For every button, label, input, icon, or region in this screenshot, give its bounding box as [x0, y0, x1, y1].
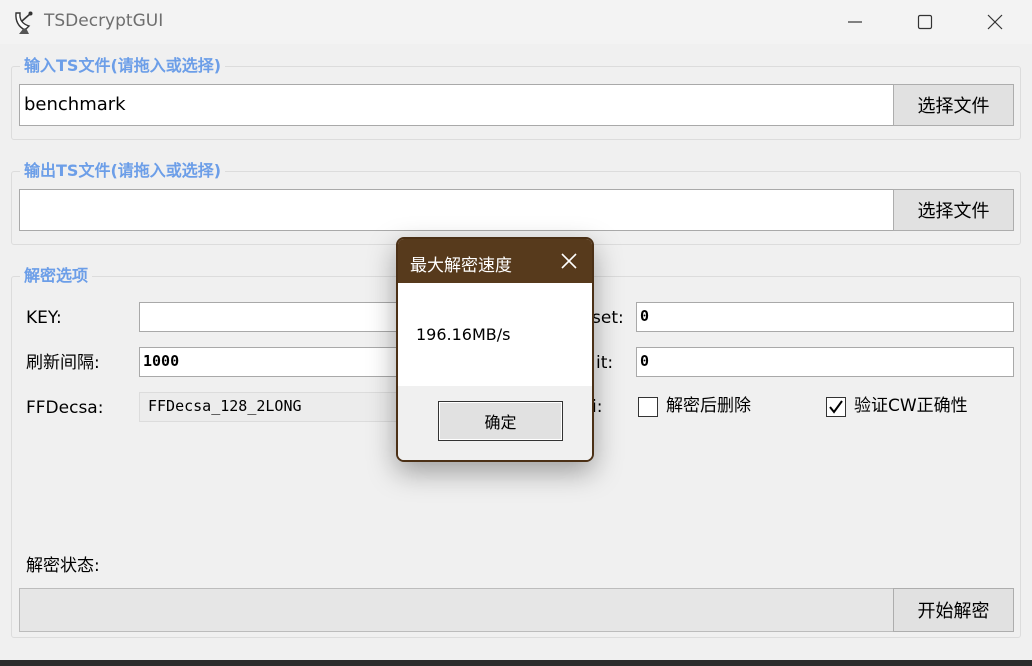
decrypt-progress-bar: [19, 588, 894, 632]
window-title: TSDecryptGUI: [44, 11, 164, 31]
decrypt-status-label: 解密状态:: [26, 556, 100, 576]
start-decrypt-button[interactable]: 开始解密: [893, 588, 1014, 632]
input-choose-file-button[interactable]: 选择文件: [893, 84, 1014, 126]
taskbar-edge: [0, 660, 1032, 666]
dialog-title: 最大解密速度: [410, 256, 512, 276]
input-file-field[interactable]: benchmark: [19, 84, 894, 126]
delete-after-checkbox[interactable]: [638, 397, 658, 417]
verify-cw-label[interactable]: 验证CW正确性: [854, 395, 968, 417]
dialog-ok-button[interactable]: 确定: [438, 401, 563, 441]
maximize-button[interactable]: [890, 0, 960, 44]
dialog-close-button[interactable]: [556, 249, 582, 273]
dialog-message: 196.16MB/s: [416, 325, 511, 344]
checkmark-icon: [829, 400, 843, 414]
input-file-group-title: 输入TS文件(请拖入或选择): [20, 56, 226, 76]
delete-after-label[interactable]: 解密后删除: [666, 395, 751, 417]
satellite-dish-icon: [13, 9, 37, 35]
maximize-icon: [917, 14, 933, 30]
close-button[interactable]: [960, 0, 1030, 44]
output-choose-file-button[interactable]: 选择文件: [893, 189, 1014, 231]
verify-cw-checkbox[interactable]: [826, 397, 846, 417]
minimize-icon: [848, 21, 862, 23]
max-speed-dialog: 最大解密速度 196.16MB/s 确定: [396, 237, 594, 462]
limit-input[interactable]: 0: [636, 347, 1014, 377]
offset-label: set:: [592, 308, 624, 328]
key-label: KEY:: [26, 308, 62, 328]
decrypt-options-group-title: 解密选项: [20, 266, 93, 286]
key-input[interactable]: [139, 302, 414, 332]
ffdecsa-label: FFDecsa:: [26, 398, 104, 418]
output-file-field[interactable]: [19, 189, 894, 231]
refresh-interval-label: 刷新间隔:: [26, 353, 100, 373]
output-file-group-title: 输出TS文件(请拖入或选择): [20, 161, 226, 181]
ffdecsa-select[interactable]: FFDecsa_128_2LONG: [139, 392, 414, 422]
minimize-button[interactable]: [820, 0, 890, 44]
refresh-interval-input[interactable]: 1000: [139, 347, 414, 377]
limit-label: it:: [596, 353, 614, 373]
close-icon: [561, 253, 577, 269]
close-icon: [987, 14, 1003, 30]
offset-input[interactable]: 0: [636, 302, 1014, 332]
